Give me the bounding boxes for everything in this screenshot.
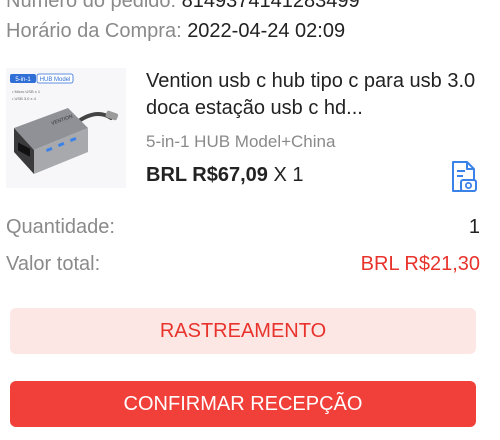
badge-right-text: HUB Model — [40, 77, 71, 83]
tracking-button[interactable]: RASTREAMENTO — [10, 308, 476, 354]
product-price: BRL R$67,09 — [146, 164, 268, 186]
spec-2-text: • USB 3.0 x 4 — [12, 96, 37, 101]
product-card[interactable]: 5-in-1 HUB Model • Micro USB x 1 • USB 3… — [0, 58, 500, 198]
price-line: BRL R$67,09 X 1 — [146, 164, 304, 187]
badge-left-text: 5-in-1 — [15, 77, 31, 83]
purchase-time-value: 2022-04-24 02:09 — [187, 20, 346, 42]
quantity-label: Quantidade: — [6, 216, 115, 238]
order-number-value[interactable]: 8149374141283499 — [182, 0, 360, 12]
product-quantity: X 1 — [273, 164, 304, 186]
total-label: Valor total: — [6, 253, 101, 275]
product-title[interactable]: Vention usb c hub tipo c para usb 3.0 do… — [146, 68, 476, 122]
order-number-label: Número do pedido: — [6, 0, 177, 12]
quantity-value: 1 — [468, 216, 480, 238]
order-number-row: Número do pedido: 8149374141283499 — [6, 0, 360, 13]
purchase-time-label: Horário da Compra: — [6, 20, 182, 42]
order-snapshot-icon[interactable] — [448, 160, 478, 194]
product-thumbnail[interactable]: 5-in-1 HUB Model • Micro USB x 1 • USB 3… — [6, 68, 126, 188]
product-variant: 5-in-1 HUB Model+China — [146, 132, 336, 151]
confirm-receipt-button[interactable]: CONFIRMAR RECEPÇÃO — [10, 381, 476, 427]
usb-hub-image: 5-in-1 HUB Model • Micro USB x 1 • USB 3… — [10, 73, 119, 174]
purchase-time-row: Horário da Compra: 2022-04-24 02:09 — [6, 20, 345, 43]
total-value: BRL R$21,30 — [360, 253, 480, 275]
spec-1-text: • Micro USB x 1 — [12, 89, 41, 94]
